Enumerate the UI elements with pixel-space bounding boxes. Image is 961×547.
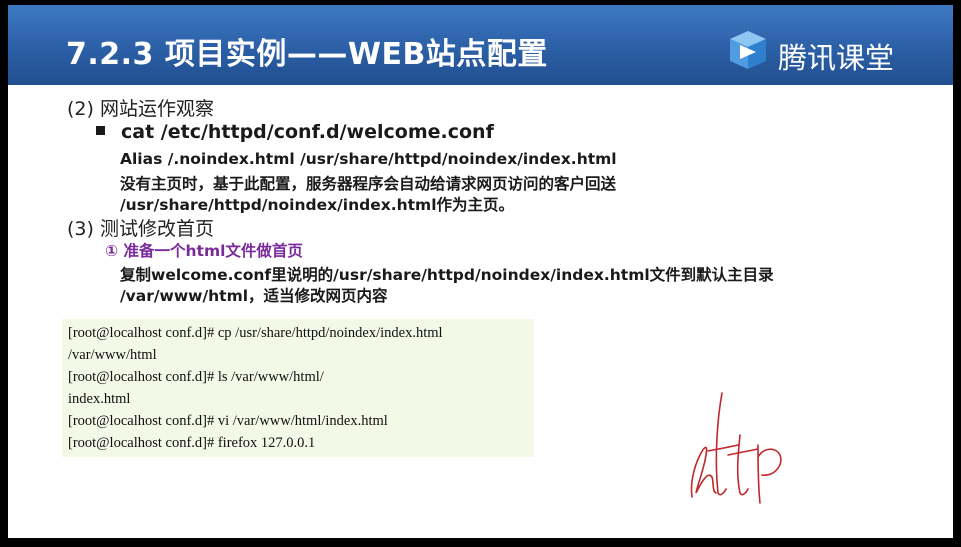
terminal-line: /var/www/html (68, 347, 157, 363)
bullet-command-line: cat /etc/httpd/conf.d/welcome.conf (96, 121, 494, 143)
bullet-command: cat /etc/httpd/conf.d/welcome.conf (121, 121, 494, 143)
handwritten-http-annotation (690, 392, 782, 504)
step-1-line-2: /var/www/html，适当修改网页内容 (120, 287, 388, 305)
terminal-line: [root@localhost conf.d]# firefox 127.0.0… (68, 435, 316, 451)
slide: 7.2.3 项目实例——WEB站点配置 腾讯课堂 (2) 网站运作观察 cat … (8, 5, 953, 538)
play-logo-icon (730, 31, 766, 69)
slide-header: 7.2.3 项目实例——WEB站点配置 腾讯课堂 (8, 5, 953, 85)
logo-text: 腾讯课堂 (778, 41, 895, 75)
step-1-line-1: 复制welcome.conf里说明的/usr/share/httpd/noind… (120, 266, 774, 284)
section-2-heading: (2) 网站运作观察 (67, 98, 214, 120)
explain-line-1: 没有主页时，基于此配置，服务器程序会自动给请求网页访问的客户回送 (120, 175, 617, 193)
square-bullet-icon (96, 126, 105, 135)
slide-content: (2) 网站运作观察 cat /etc/httpd/conf.d/welcome… (8, 85, 953, 538)
terminal-output: [root@localhost conf.d]# cp /usr/share/h… (62, 319, 534, 457)
terminal-line: [root@localhost conf.d]# ls /var/www/htm… (68, 369, 324, 385)
terminal-line: index.html (68, 391, 131, 407)
step-1-label: ① 准备一个html文件做首页 (105, 242, 303, 260)
section-3-heading: (3) 测试修改首页 (67, 218, 214, 240)
terminal-line: [root@localhost conf.d]# vi /var/www/htm… (68, 413, 388, 429)
alias-line: Alias /.noindex.html /usr/share/httpd/no… (120, 150, 617, 168)
explain-line-2: /usr/share/httpd/noindex/index.html作为主页。 (120, 196, 515, 214)
slide-title: 7.2.3 项目实例——WEB站点配置 (66, 37, 548, 72)
terminal-line: [root@localhost conf.d]# cp /usr/share/h… (68, 325, 443, 341)
